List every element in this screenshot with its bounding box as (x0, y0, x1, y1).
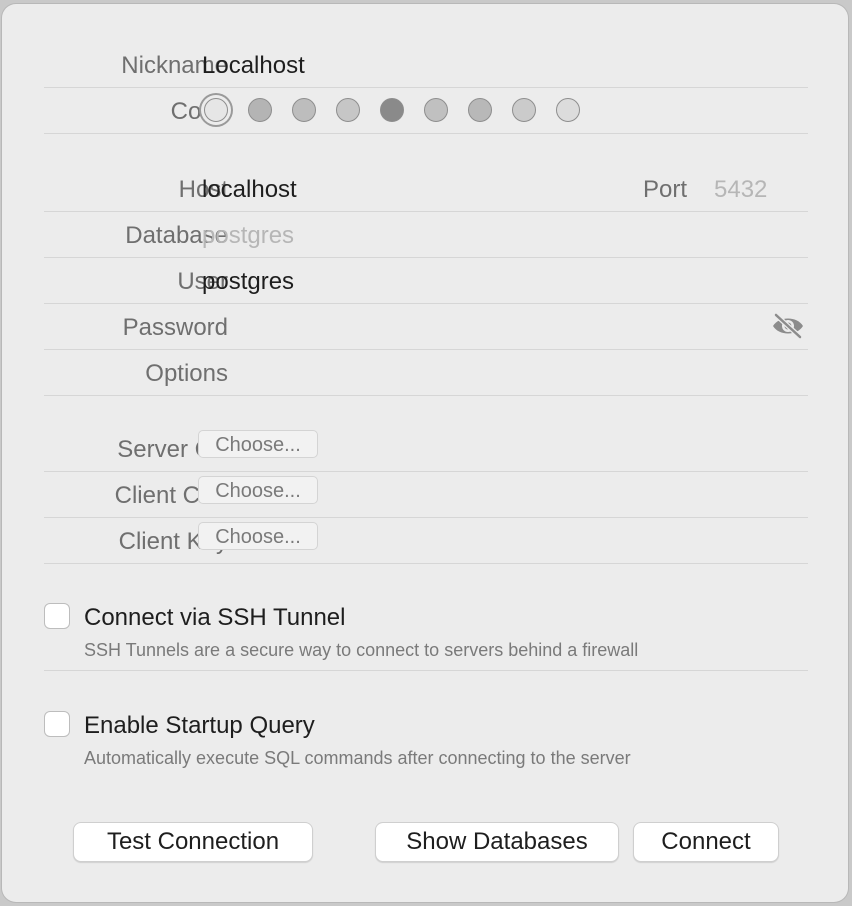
color-swatch[interactable] (380, 98, 404, 122)
test-connection-button[interactable]: Test Connection (73, 822, 313, 862)
port-label: Port (643, 176, 688, 203)
startup-query-description: Automatically execute SQL commands after… (84, 748, 631, 768)
ssh-tunnel-title[interactable]: Connect via SSH Tunnel (84, 604, 345, 632)
client-key-choose-button[interactable]: Choose... (198, 522, 318, 550)
nickname-field[interactable]: Localhost (202, 52, 305, 80)
color-swatch[interactable] (292, 98, 316, 122)
options-field[interactable] (202, 360, 762, 388)
connect-button[interactable]: Connect (633, 822, 779, 862)
color-swatch[interactable] (512, 98, 536, 122)
host-row (44, 166, 808, 212)
host-field[interactable]: localhost (202, 176, 297, 204)
port-field[interactable]: 5432 (714, 176, 767, 204)
user-row (44, 258, 808, 304)
color-swatch[interactable] (204, 98, 228, 122)
color-swatch[interactable] (424, 98, 448, 122)
user-field[interactable]: postgres (202, 268, 294, 296)
color-swatch[interactable] (248, 98, 272, 122)
password-field[interactable] (202, 314, 762, 342)
color-swatch[interactable] (556, 98, 580, 122)
database-field[interactable]: postgres (202, 222, 294, 250)
startup-query-checkbox[interactable] (44, 711, 70, 737)
show-databases-button[interactable]: Show Databases (375, 822, 619, 862)
color-swatch[interactable] (468, 98, 492, 122)
server-ca-choose-button[interactable]: Choose... (198, 430, 318, 458)
divider (44, 670, 808, 671)
ssh-tunnel-checkbox[interactable] (44, 603, 70, 629)
startup-query-title[interactable]: Enable Startup Query (84, 712, 315, 740)
color-swatch[interactable] (336, 98, 360, 122)
ssh-tunnel-description: SSH Tunnels are a secure way to connect … (84, 640, 639, 660)
eye-slash-icon[interactable] (771, 313, 805, 339)
client-cert-choose-button[interactable]: Choose... (198, 476, 318, 504)
